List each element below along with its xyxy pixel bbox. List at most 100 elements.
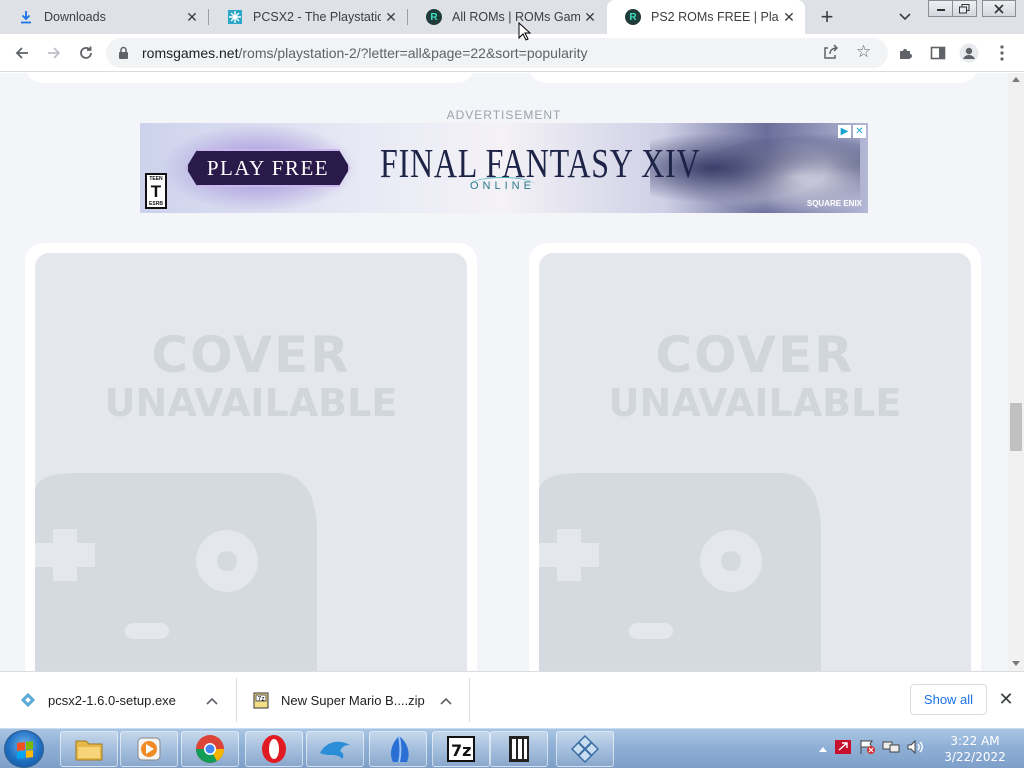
chevron-up-icon[interactable] bbox=[440, 694, 452, 708]
rating-letter: T bbox=[150, 182, 162, 201]
media-player-icon bbox=[137, 737, 161, 761]
clock-date: 3/22/2022 bbox=[944, 750, 1006, 764]
share-icon[interactable] bbox=[822, 44, 839, 65]
cover-placeholder[interactable]: COVER UNAVAILABLE bbox=[539, 253, 971, 671]
taskbar-pcsx2[interactable] bbox=[556, 731, 614, 767]
publisher-name: SQUARE ENIX bbox=[806, 199, 862, 208]
play-free-button[interactable]: PLAY FREE bbox=[186, 149, 350, 187]
esrb-rating-badge: TEEN T ESRB bbox=[145, 173, 167, 209]
back-button[interactable] bbox=[8, 39, 36, 67]
address-bar[interactable]: romsgames.net/roms/playstation-2/?letter… bbox=[106, 38, 888, 68]
download-shelf: pcsx2-1.6.0-setup.exe 7z New Super Mario… bbox=[0, 671, 1024, 728]
folder-icon bbox=[75, 740, 103, 761]
download-divider bbox=[236, 678, 237, 722]
volume-icon[interactable] bbox=[906, 739, 924, 760]
tab-close-icon[interactable]: ✕ bbox=[381, 7, 401, 27]
dolphin-icon bbox=[320, 741, 350, 759]
rating-bottom: ESRB bbox=[149, 201, 163, 207]
start-button[interactable] bbox=[4, 730, 44, 768]
close-window-button[interactable] bbox=[982, 0, 1016, 17]
cover-unavailable-text: COVER UNAVAILABLE bbox=[35, 326, 467, 427]
7zip-icon: 7z bbox=[447, 736, 475, 762]
url-host: romsgames.net bbox=[142, 45, 239, 61]
zip-icon: 7z bbox=[253, 692, 269, 708]
taskbar-explorer[interactable] bbox=[60, 731, 118, 767]
cover-placeholder[interactable]: COVER UNAVAILABLE bbox=[35, 253, 467, 671]
rom-card[interactable]: COVER UNAVAILABLE bbox=[529, 243, 981, 671]
lock-icon[interactable] bbox=[118, 46, 129, 65]
scroll-thumb[interactable] bbox=[1010, 403, 1022, 451]
tab-search-chevron-icon[interactable] bbox=[894, 7, 916, 27]
taskbar-app[interactable] bbox=[369, 731, 427, 767]
tab-ps2-roms[interactable]: R PS2 ROMs FREE | Playstation ✕ bbox=[607, 0, 805, 34]
system-tray bbox=[818, 729, 924, 768]
taskbar-opera[interactable] bbox=[245, 731, 303, 767]
taskbar-chrome[interactable] bbox=[181, 731, 239, 767]
tab-close-icon[interactable]: ✕ bbox=[580, 7, 600, 27]
tab-close-icon[interactable]: ✕ bbox=[182, 7, 202, 27]
download-item[interactable]: pcsx2-1.6.0-setup.exe bbox=[20, 672, 234, 729]
url-text[interactable]: romsgames.net/roms/playstation-2/?letter… bbox=[142, 45, 588, 61]
clock-time: 3:22 AM bbox=[950, 734, 1000, 748]
taskbar-7zip[interactable]: 7z bbox=[432, 731, 490, 767]
adchoices-icon[interactable]: ▶ bbox=[838, 125, 851, 138]
bookmark-star-icon[interactable]: ☆ bbox=[856, 42, 871, 62]
minimize-button[interactable] bbox=[928, 0, 953, 17]
tab-title: Downloads bbox=[44, 10, 106, 24]
chevron-up-icon[interactable] bbox=[206, 694, 218, 708]
page-content: ADVERTISEMENT TEEN T ESRB PLAY FREE FINA… bbox=[0, 73, 1008, 671]
system-clock[interactable]: 3:22 AM 3/22/2022 bbox=[935, 733, 1015, 765]
taskbar-media-player[interactable] bbox=[120, 731, 178, 767]
cover-line-2: UNAVAILABLE bbox=[104, 381, 398, 425]
windows-logo-icon bbox=[17, 741, 33, 759]
close-download-bar-icon[interactable]: ✕ bbox=[996, 688, 1016, 710]
tab-title: PS2 ROMs FREE | Playstation bbox=[651, 10, 779, 24]
tab-close-icon[interactable]: ✕ bbox=[779, 7, 799, 27]
download-item[interactable]: 7z New Super Mario B....zip bbox=[253, 672, 467, 729]
gamepad-icon bbox=[35, 473, 317, 671]
installer-icon bbox=[20, 692, 36, 707]
romsgames-icon: R bbox=[625, 9, 641, 25]
cover-line-1: COVER bbox=[151, 326, 351, 384]
action-center-flag-icon[interactable] bbox=[858, 739, 876, 760]
download-divider bbox=[469, 678, 470, 722]
side-panel-icon[interactable] bbox=[924, 39, 952, 67]
svg-text:7z: 7z bbox=[258, 695, 265, 702]
vertical-scrollbar[interactable] bbox=[1008, 73, 1024, 671]
menu-kebab-icon[interactable] bbox=[988, 39, 1016, 67]
tab-strip: Downloads ✕ PCSX2 - The Playstation 2 ✕ … bbox=[0, 0, 1024, 34]
ad-banner[interactable]: TEEN T ESRB PLAY FREE FINAL FANTASY XIV … bbox=[140, 123, 868, 213]
restore-button[interactable] bbox=[952, 0, 977, 17]
pcsx2-icon bbox=[227, 9, 243, 25]
profile-avatar-icon[interactable] bbox=[955, 39, 983, 67]
rom-card-bottom-edge bbox=[528, 73, 978, 83]
taskbar-archive[interactable] bbox=[490, 731, 548, 767]
scroll-up-arrow-icon[interactable] bbox=[1012, 77, 1020, 82]
mouse-cursor-icon bbox=[518, 22, 532, 41]
ad-game-title: FINAL FANTASY XIV bbox=[380, 140, 701, 186]
tab-title: All ROMs | ROMs Games bbox=[452, 10, 580, 24]
rom-card[interactable]: COVER UNAVAILABLE bbox=[25, 243, 477, 671]
tab-downloads[interactable]: Downloads ✕ bbox=[0, 0, 208, 34]
ad-close-icon[interactable]: ✕ bbox=[853, 125, 866, 138]
tray-expand-arrow-icon[interactable] bbox=[818, 740, 828, 758]
windows-taskbar: 7z 3:22 AM 3/22/2022 bbox=[0, 728, 1024, 768]
ad-choices[interactable]: ▶ ✕ bbox=[838, 125, 866, 138]
download-filename: pcsx2-1.6.0-setup.exe bbox=[48, 693, 176, 708]
ad-publisher: SQUARE ENIX bbox=[807, 199, 862, 209]
scroll-down-arrow-icon[interactable] bbox=[1012, 661, 1020, 666]
extensions-puzzle-icon[interactable] bbox=[892, 39, 920, 67]
forward-button[interactable] bbox=[40, 39, 68, 67]
tray-app-icon[interactable] bbox=[834, 739, 852, 760]
reload-button[interactable] bbox=[72, 39, 100, 67]
new-tab-button[interactable]: + bbox=[814, 4, 840, 29]
show-all-button[interactable]: Show all bbox=[910, 684, 987, 715]
gamepad-icon bbox=[539, 473, 821, 671]
network-icon[interactable] bbox=[882, 739, 900, 760]
svg-text:7z: 7z bbox=[451, 741, 471, 760]
browser-toolbar: romsgames.net/roms/playstation-2/?letter… bbox=[0, 34, 1024, 72]
archive-icon bbox=[509, 736, 529, 762]
tab-pcsx2[interactable]: PCSX2 - The Playstation 2 ✕ bbox=[209, 0, 407, 34]
taskbar-dolphin[interactable] bbox=[306, 731, 364, 767]
tab-all-roms[interactable]: R All ROMs | ROMs Games ✕ bbox=[408, 0, 606, 34]
